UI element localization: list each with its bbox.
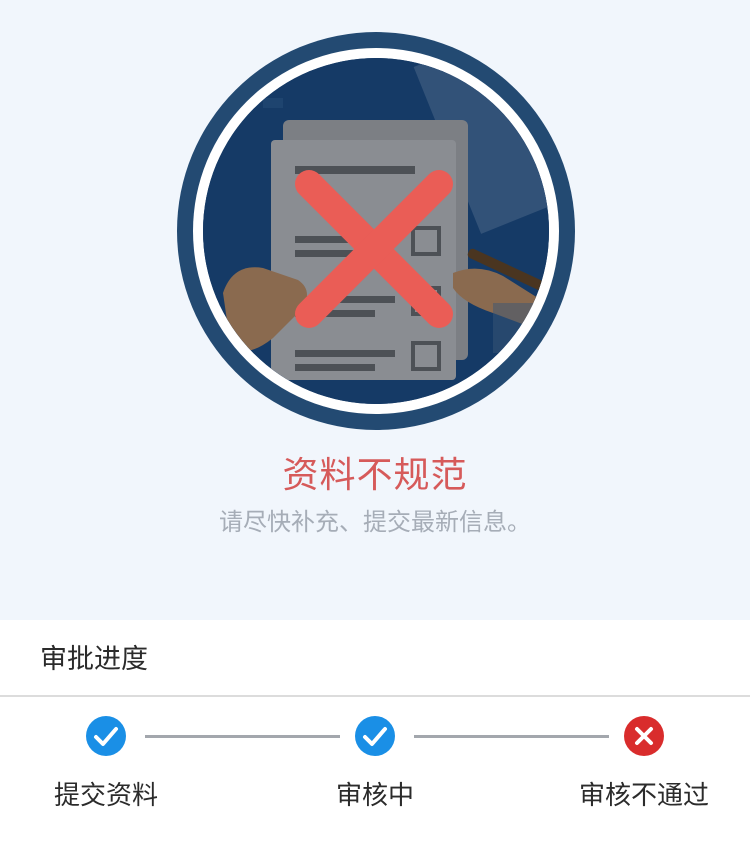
approval-progress-title: 审批进度 xyxy=(40,644,148,675)
status-description: 请尽快补充、提交最新信息。 xyxy=(219,508,531,536)
step-label-submit: 提交资料 xyxy=(53,781,158,811)
divider xyxy=(0,695,750,697)
document-rejected-icon xyxy=(203,58,549,404)
rejected-document-image xyxy=(203,58,549,404)
status-hero: 资料不规范 请尽快补充、提交最新信息。 xyxy=(0,0,750,620)
progress-connector xyxy=(145,735,340,738)
status-title: 资料不规范 xyxy=(282,455,468,496)
progress-connector xyxy=(414,735,609,738)
status-illustration xyxy=(177,32,575,430)
step-label-reviewing: 审核中 xyxy=(335,781,414,811)
close-circle-icon xyxy=(624,716,664,756)
step-label-rejected: 审核不通过 xyxy=(578,781,709,811)
check-circle-icon xyxy=(86,716,126,756)
check-circle-icon xyxy=(355,716,395,756)
